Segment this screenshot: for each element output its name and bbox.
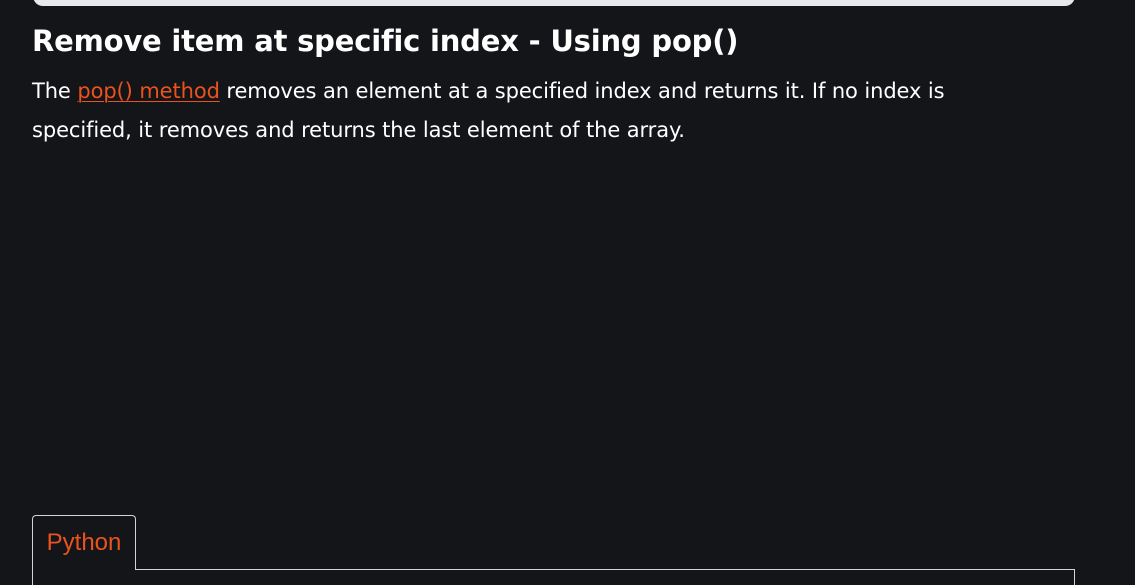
code-panel: [32, 569, 1075, 585]
page: Remove item at specific index - Using po…: [0, 0, 1135, 585]
description-paragraph: The pop() method removes an element at a…: [32, 72, 1032, 150]
previous-card: [33, 0, 1075, 6]
section-title: Remove item at specific index - Using po…: [32, 24, 739, 58]
pop-method-link[interactable]: pop() method: [77, 79, 220, 103]
description-prefix: The: [32, 79, 78, 103]
tab-python[interactable]: Python: [32, 515, 136, 570]
